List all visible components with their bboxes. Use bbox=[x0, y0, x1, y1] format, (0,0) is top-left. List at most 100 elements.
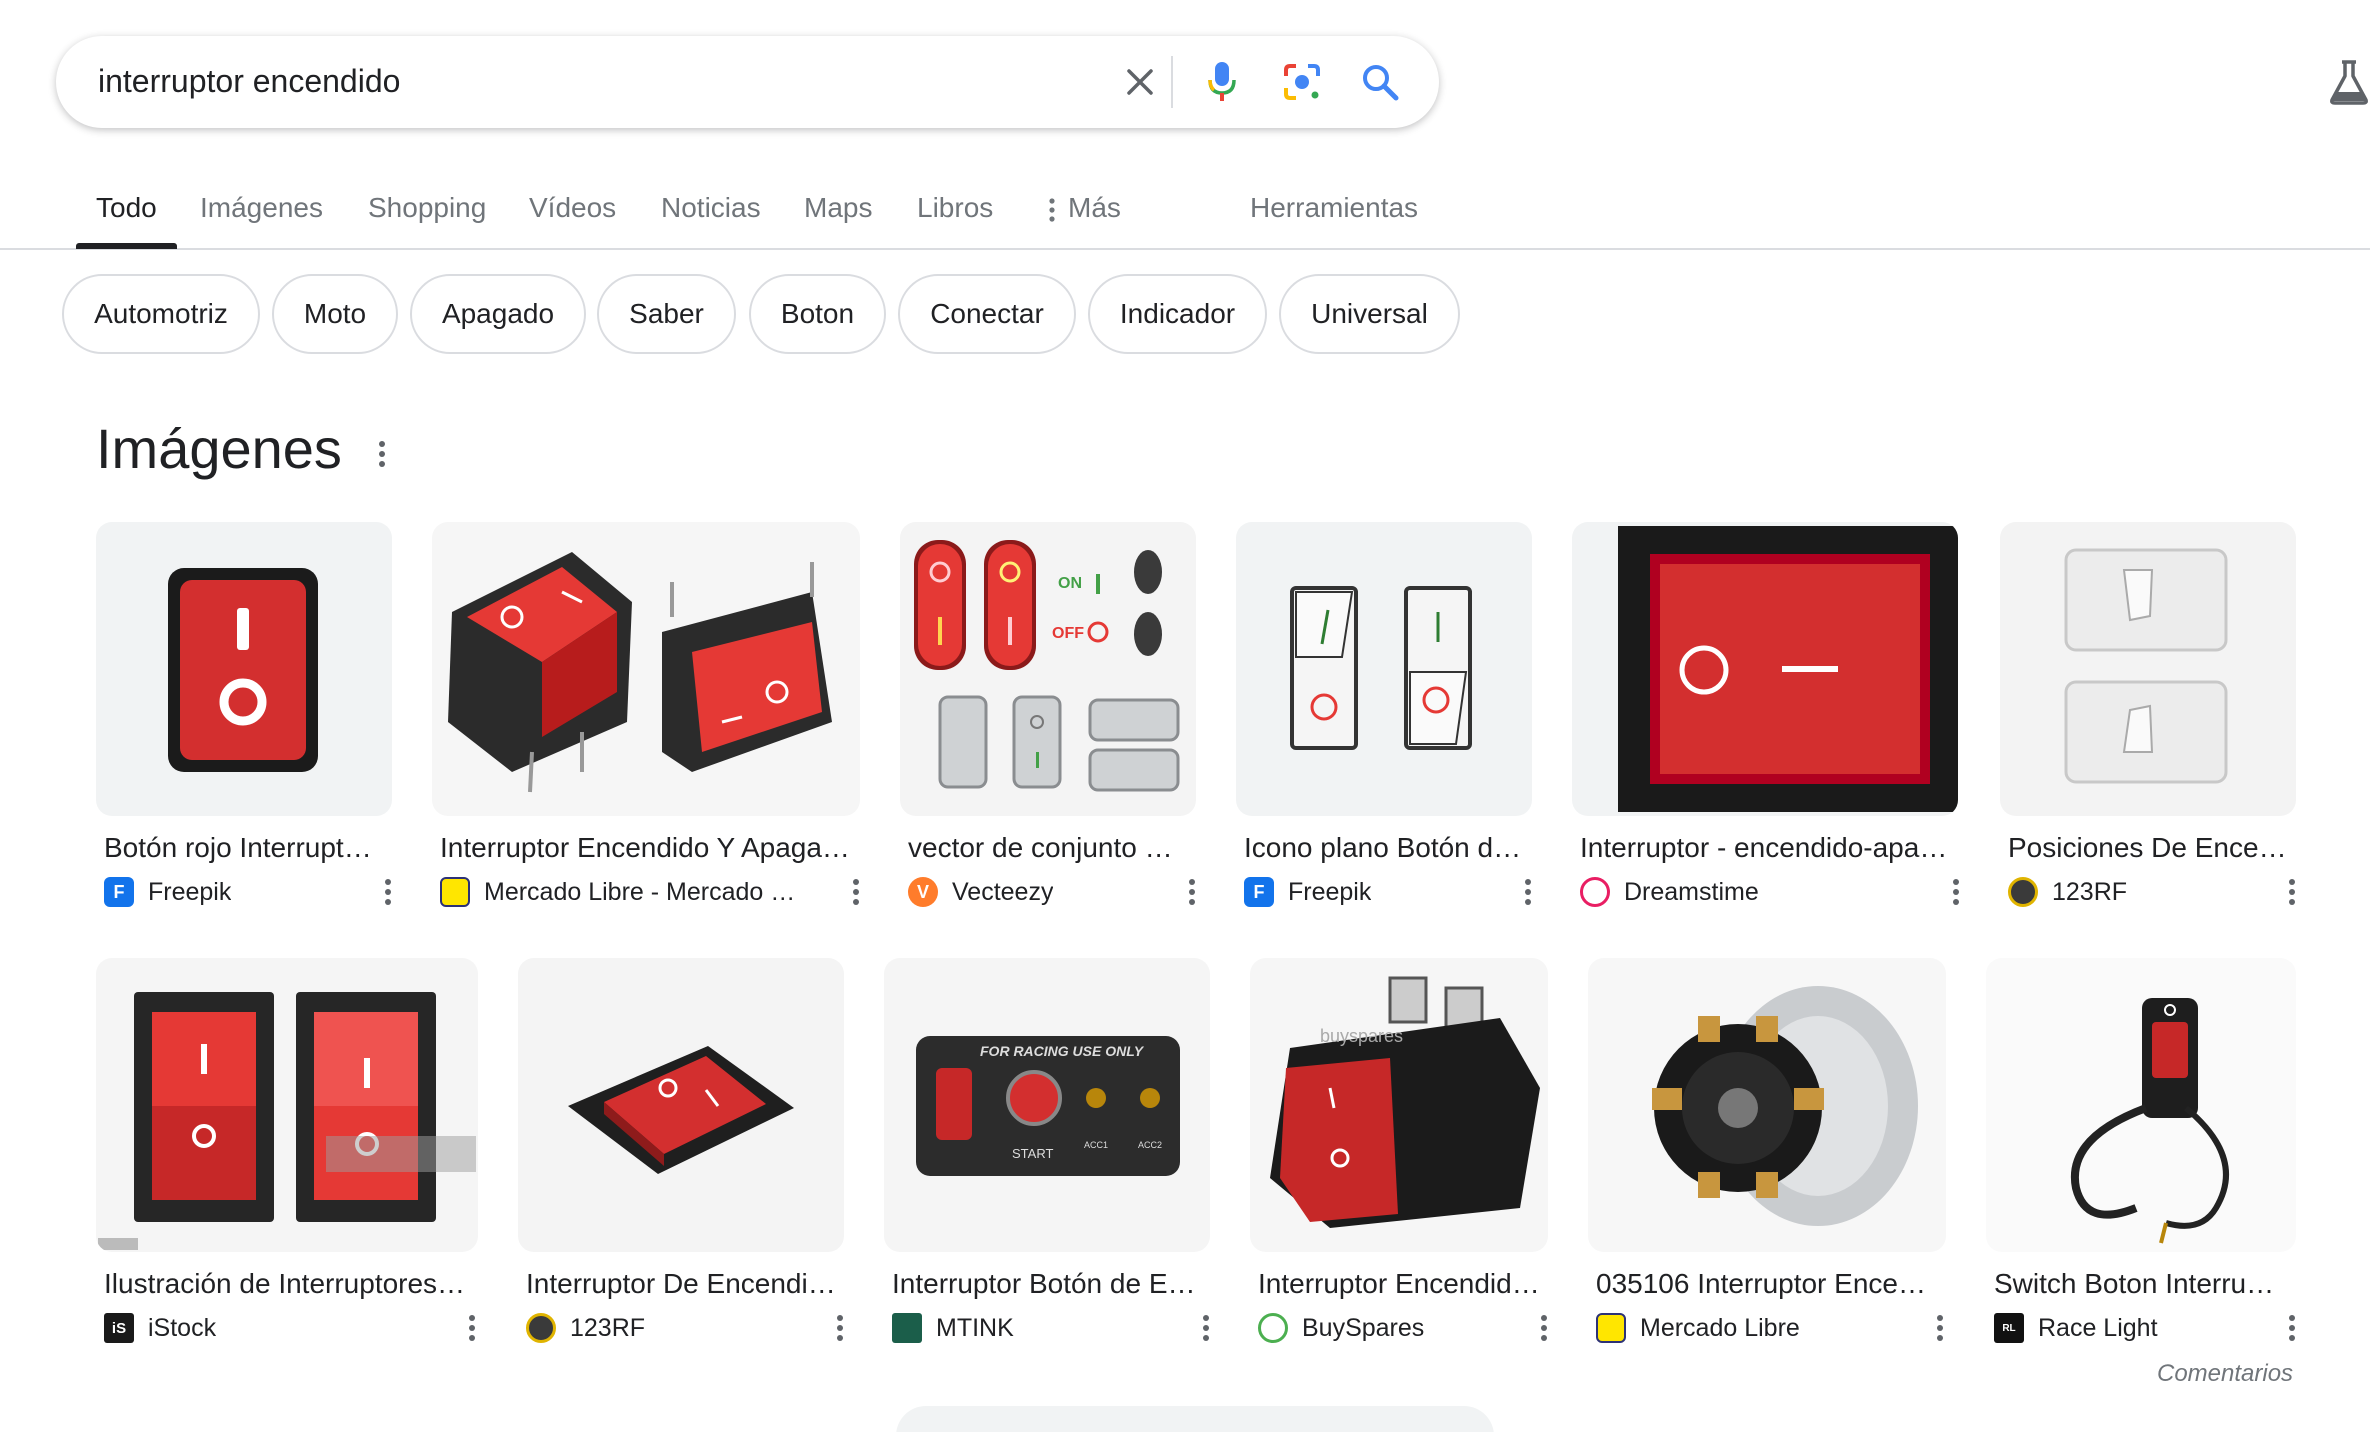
image-thumbnail[interactable] bbox=[1986, 958, 2296, 1252]
more-options-icon[interactable] bbox=[1946, 876, 1966, 908]
more-options-icon[interactable] bbox=[2282, 1312, 2302, 1344]
image-caption[interactable]: vector de conjunto … bbox=[908, 832, 1188, 864]
microphone-icon[interactable] bbox=[1198, 58, 1246, 106]
search-icon[interactable] bbox=[1356, 58, 1404, 106]
image-result-5[interactable]: Interruptor - encendido-apa… Dreamstime bbox=[1572, 522, 1972, 912]
more-options-icon[interactable] bbox=[830, 1312, 850, 1344]
image-caption[interactable]: Interruptor Botón de E… bbox=[892, 1268, 1212, 1300]
tab-mas[interactable]: Más bbox=[1048, 192, 1121, 224]
source-name: Freepik bbox=[148, 877, 232, 906]
image-thumbnail[interactable]: FOR RACING USE ONLY START ACC1 ACC2 bbox=[884, 958, 1210, 1252]
image-result-2[interactable]: Interruptor Encendido Y Apaga… Mercado L… bbox=[432, 522, 862, 912]
chip-indicador[interactable]: Indicador bbox=[1088, 274, 1267, 354]
chip-conectar[interactable]: Conectar bbox=[898, 274, 1076, 354]
image-result-12[interactable]: Switch Boton Interru… RL Race Light bbox=[1986, 958, 2300, 1348]
more-options-icon[interactable] bbox=[1930, 1312, 1950, 1344]
chip-apagado[interactable]: Apagado bbox=[410, 274, 586, 354]
image-caption[interactable]: Botón rojo Interrupt… bbox=[104, 832, 384, 864]
image-caption[interactable]: Ilustración de Interruptores… bbox=[104, 1268, 474, 1300]
tab-imagenes[interactable]: Imágenes bbox=[200, 192, 323, 224]
search-divider bbox=[1171, 56, 1173, 108]
tab-videos[interactable]: Vídeos bbox=[529, 192, 616, 224]
more-options-icon[interactable] bbox=[378, 876, 398, 908]
image-result-10[interactable]: buyspares Interruptor Encendid… BuySpare… bbox=[1250, 958, 1560, 1348]
image-caption[interactable]: Interruptor - encendido-apa… bbox=[1580, 832, 1960, 864]
image-result-3[interactable]: ON OFF vector de conjunto … V Vecteezy bbox=[900, 522, 1200, 912]
image-caption[interactable]: Interruptor Encendid… bbox=[1258, 1268, 1548, 1300]
image-thumbnail[interactable]: ON OFF bbox=[900, 522, 1196, 816]
tab-noticias[interactable]: Noticias bbox=[661, 192, 761, 224]
source-name: 123RF bbox=[570, 1313, 646, 1342]
image-thumbnail[interactable] bbox=[96, 522, 392, 816]
image-thumbnail[interactable] bbox=[96, 958, 478, 1252]
clear-icon[interactable] bbox=[1116, 58, 1164, 106]
image-thumbnail[interactable] bbox=[432, 522, 860, 816]
lens-icon[interactable] bbox=[1278, 58, 1326, 106]
image-source: F Freepik bbox=[1244, 874, 1371, 910]
tab-maps[interactable]: Maps bbox=[804, 192, 872, 224]
more-options-icon[interactable] bbox=[462, 1312, 482, 1344]
image-result-4[interactable]: Icono plano Botón d… F Freepik bbox=[1236, 522, 1536, 912]
source-name: BuySpares bbox=[1302, 1313, 1425, 1342]
image-source: 123RF bbox=[2008, 874, 2127, 910]
tab-herramientas[interactable]: Herramientas bbox=[1250, 192, 1418, 224]
labs-flask-icon[interactable] bbox=[2328, 58, 2370, 106]
image-result-8[interactable]: Interruptor De Encendi… 123RF bbox=[518, 958, 858, 1348]
image-thumbnail[interactable] bbox=[1572, 522, 1958, 816]
image-caption[interactable]: Switch Boton Interru… bbox=[1994, 1268, 2290, 1300]
image-result-1[interactable]: Botón rojo Interrupt… F Freepik bbox=[96, 522, 396, 912]
buyspares-favicon bbox=[1258, 1313, 1288, 1343]
image-result-6[interactable]: Posiciones De Ence… 123RF bbox=[2000, 522, 2300, 912]
freepik-favicon: F bbox=[104, 877, 134, 907]
chip-saber[interactable]: Saber bbox=[597, 274, 736, 354]
image-source: BuySpares bbox=[1258, 1310, 1424, 1346]
123rf-favicon bbox=[526, 1313, 556, 1343]
tab-libros[interactable]: Libros bbox=[917, 192, 993, 224]
image-result-9[interactable]: FOR RACING USE ONLY START ACC1 ACC2 Inte… bbox=[884, 958, 1224, 1348]
chip-automotriz[interactable]: Automotriz bbox=[62, 274, 260, 354]
tab-todo[interactable]: Todo bbox=[96, 192, 157, 224]
chip-universal[interactable]: Universal bbox=[1279, 274, 1460, 354]
image-source: Mercado Libre bbox=[1596, 1310, 1800, 1346]
source-name: Dreamstime bbox=[1624, 877, 1759, 906]
svg-text:ON: ON bbox=[1058, 575, 1082, 592]
section-more-icon[interactable] bbox=[370, 438, 394, 470]
image-caption[interactable]: Icono plano Botón d… bbox=[1244, 832, 1524, 864]
tab-shopping[interactable]: Shopping bbox=[368, 192, 486, 224]
image-caption[interactable]: 035106 Interruptor Ence… bbox=[1596, 1268, 1946, 1300]
dreamstime-favicon bbox=[1580, 877, 1610, 907]
svg-text:FOR RACING USE ONLY: FOR RACING USE ONLY bbox=[980, 1043, 1145, 1059]
search-input[interactable]: interruptor encendido bbox=[98, 63, 400, 100]
image-source: F Freepik bbox=[104, 874, 231, 910]
more-options-icon[interactable] bbox=[1182, 876, 1202, 908]
image-result-7[interactable]: Ilustración de Interruptores… iS iStock bbox=[96, 958, 480, 1348]
search-box[interactable]: interruptor encendido bbox=[56, 36, 1439, 128]
chip-moto[interactable]: Moto bbox=[272, 274, 398, 354]
more-options-icon[interactable] bbox=[1534, 1312, 1554, 1344]
image-caption[interactable]: Interruptor Encendido Y Apaga… bbox=[440, 832, 850, 864]
image-thumbnail[interactable] bbox=[518, 958, 844, 1252]
image-thumbnail[interactable] bbox=[1236, 522, 1532, 816]
vecteezy-favicon: V bbox=[908, 877, 938, 907]
chip-boton[interactable]: Boton bbox=[749, 274, 886, 354]
source-name: Vecteezy bbox=[952, 877, 1054, 906]
image-caption[interactable]: Posiciones De Ence… bbox=[2008, 832, 2288, 864]
feedback-link[interactable]: Comentarios bbox=[2157, 1360, 2293, 1388]
image-source: Mercado Libre - Mercado Li… bbox=[440, 874, 804, 910]
mtink-favicon bbox=[892, 1313, 922, 1343]
more-options-icon[interactable] bbox=[846, 876, 866, 908]
more-options-icon[interactable] bbox=[1196, 1312, 1216, 1344]
image-caption[interactable]: Interruptor De Encendi… bbox=[526, 1268, 846, 1300]
mercado-libre-favicon bbox=[440, 877, 470, 907]
more-options-icon[interactable] bbox=[1518, 876, 1538, 908]
image-thumbnail[interactable] bbox=[2000, 522, 2296, 816]
image-source: MTINK bbox=[892, 1310, 1014, 1346]
more-options-icon[interactable] bbox=[2282, 876, 2302, 908]
image-thumbnail[interactable]: buyspares bbox=[1250, 958, 1548, 1252]
image-result-11[interactable]: 035106 Interruptor Ence… Mercado Libre bbox=[1588, 958, 1958, 1348]
image-thumbnail[interactable] bbox=[1588, 958, 1946, 1252]
image-source: V Vecteezy bbox=[908, 874, 1053, 910]
123rf-favicon bbox=[2008, 877, 2038, 907]
more-images-button[interactable] bbox=[896, 1406, 1494, 1432]
images-section-title: Imágenes bbox=[96, 417, 342, 480]
